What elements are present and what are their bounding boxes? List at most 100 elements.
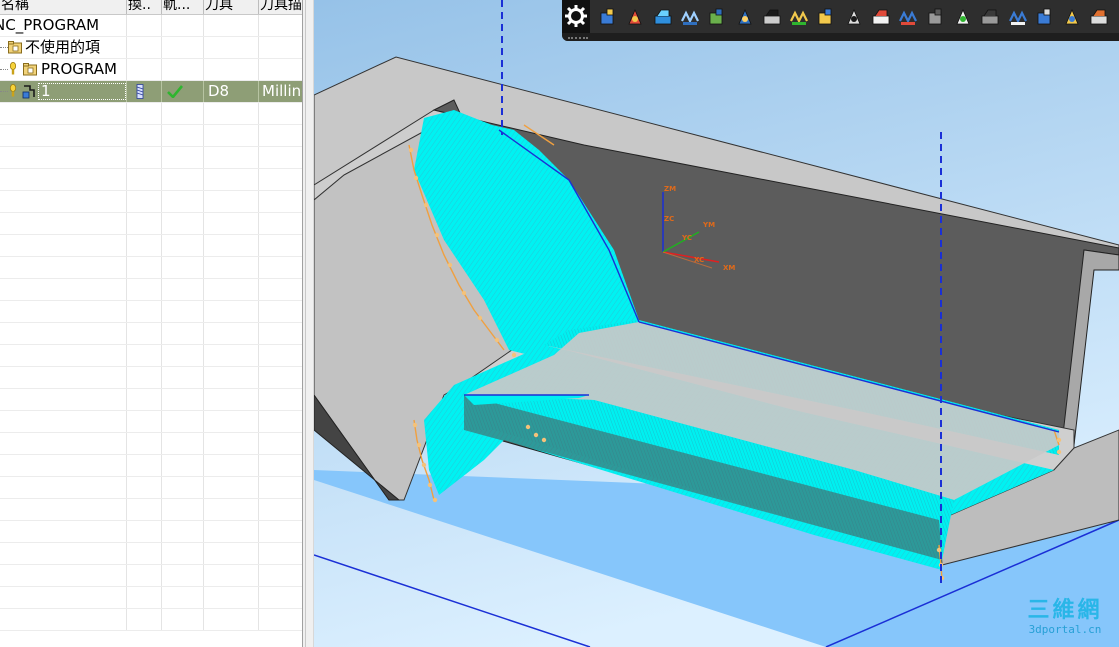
empty-grid-row — [0, 543, 302, 565]
toolbar-dock-strip — [562, 33, 1119, 41]
empty-grid-row — [0, 587, 302, 609]
tree-item-label: NC_PROGRAM — [0, 16, 100, 34]
list-toolpath-button[interactable] — [787, 5, 811, 29]
gear-icon — [565, 5, 587, 27]
empty-grid-row — [0, 103, 302, 125]
empty-grid-row — [0, 213, 302, 235]
simulate-machine-icon — [847, 8, 861, 25]
tree-row-program[interactable]: PROGRAM — [0, 59, 302, 81]
create-method-icon — [680, 10, 699, 25]
status-bulb-icon — [10, 62, 16, 75]
graphics-viewport[interactable]: ZM ZC YM YC XC XM — [314, 0, 1119, 647]
status-bulb-icon — [10, 84, 16, 97]
post-process-button[interactable] — [869, 5, 893, 29]
display-part-icon — [981, 9, 999, 25]
shop-documentation-icon — [899, 10, 918, 25]
collision-check-button[interactable] — [1006, 5, 1030, 29]
empty-row-area — [0, 103, 302, 631]
verify-toolpath-icon — [818, 8, 832, 25]
panel-splitter[interactable] — [302, 0, 314, 647]
output-cls-button[interactable] — [924, 5, 948, 29]
tree-row-root[interactable]: NC_PROGRAM — [0, 15, 302, 37]
empty-grid-row — [0, 191, 302, 213]
model-scene: ZM ZC YM YC XC XM — [314, 0, 1119, 647]
tree-item-label: 不使用的項 — [25, 38, 101, 56]
transform-object-button[interactable] — [951, 5, 975, 29]
collision-check-icon — [1008, 10, 1027, 25]
create-program-icon — [600, 8, 614, 25]
output-cls-icon — [928, 8, 941, 25]
empty-grid-row — [0, 147, 302, 169]
create-method-button[interactable] — [678, 5, 702, 29]
empty-grid-row — [0, 455, 302, 477]
show-2d-view-button[interactable] — [1033, 5, 1057, 29]
create-tool-button[interactable] — [623, 5, 647, 29]
mill-operation-icon — [22, 85, 35, 99]
navigator-header: 名稱 換.. 軌... 刀具 刀具描述 — [0, 0, 302, 15]
tree-connector — [0, 47, 8, 48]
csys-label-xm: XM — [723, 264, 735, 272]
operation-name: 1 — [41, 82, 51, 100]
column-header-tool-description[interactable]: 刀具描述 — [259, 0, 302, 14]
create-operation-button[interactable] — [705, 5, 729, 29]
list-toolpath-icon — [790, 10, 809, 25]
replay-toolpath-icon — [763, 9, 781, 25]
simulate-machine-button[interactable] — [842, 5, 866, 29]
watermark-site: 3dportal.cn — [1028, 623, 1102, 636]
feeds-speeds-icon — [1090, 9, 1108, 25]
csys-label-zc: ZC — [664, 215, 674, 223]
cam-toolbar — [562, 0, 1119, 41]
empty-grid-row — [0, 565, 302, 587]
tree-row-operation[interactable]: 1 D8 Milling — [0, 81, 302, 103]
empty-grid-row — [0, 169, 302, 191]
verify-toolpath-button[interactable] — [814, 5, 838, 29]
feeds-speeds-button[interactable] — [1087, 5, 1111, 29]
empty-grid-row — [0, 301, 302, 323]
show-2d-view-icon — [1037, 8, 1051, 25]
tool-description-cell: Milling — [262, 82, 302, 100]
display-part-button[interactable] — [978, 5, 1002, 29]
program-folder-icon — [23, 63, 37, 76]
site-watermark: 三維網 3dportal.cn — [1019, 598, 1111, 640]
create-operation-icon — [709, 8, 723, 25]
create-geometry-button[interactable] — [651, 5, 675, 29]
column-header-tool[interactable]: 刀具 — [204, 0, 259, 14]
csys-label-yc: YC — [681, 234, 692, 242]
csys-label-ym: YM — [702, 221, 715, 229]
empty-grid-row — [0, 235, 302, 257]
create-geometry-icon — [654, 9, 671, 25]
column-header-path[interactable]: 軌... — [162, 0, 204, 14]
tool-name-cell: D8 — [208, 82, 230, 100]
generate-toolpath-button[interactable] — [733, 5, 757, 29]
settings-button[interactable] — [562, 0, 590, 33]
rename-edit-box[interactable] — [38, 83, 126, 100]
tree-row-unused[interactable]: 不使用的項 — [0, 37, 302, 59]
create-tool-icon — [628, 8, 642, 25]
check-icon — [167, 85, 183, 98]
column-header-name[interactable]: 名稱 — [0, 0, 127, 14]
empty-grid-row — [0, 257, 302, 279]
measure-toolpath-icon — [1065, 8, 1079, 25]
replay-toolpath-button[interactable] — [760, 5, 784, 29]
measure-toolpath-button[interactable] — [1060, 5, 1084, 29]
empty-grid-row — [0, 411, 302, 433]
shop-documentation-button[interactable] — [896, 5, 920, 29]
watermark-logo: 三維網 — [1027, 598, 1103, 623]
tree-connector — [0, 69, 8, 70]
generate-toolpath-icon — [737, 8, 752, 25]
empty-grid-row — [0, 477, 302, 499]
empty-grid-row — [0, 433, 302, 455]
csys-label-zm: ZM — [664, 185, 676, 193]
empty-grid-row — [0, 279, 302, 301]
empty-grid-row — [0, 323, 302, 345]
operation-navigator: 名稱 換.. 軌... 刀具 刀具描述 NC_PROGRAM 不使用的項 — [0, 0, 302, 647]
tool-change-icon — [136, 84, 144, 99]
empty-grid-row — [0, 125, 302, 147]
tree-connector — [0, 91, 8, 92]
folder-icon — [8, 41, 22, 54]
empty-grid-row — [0, 609, 302, 631]
transform-object-icon — [956, 8, 970, 25]
column-header-toolchange[interactable]: 換.. — [127, 0, 162, 14]
csys-label-xc: XC — [694, 256, 704, 264]
create-program-button[interactable] — [596, 5, 620, 29]
